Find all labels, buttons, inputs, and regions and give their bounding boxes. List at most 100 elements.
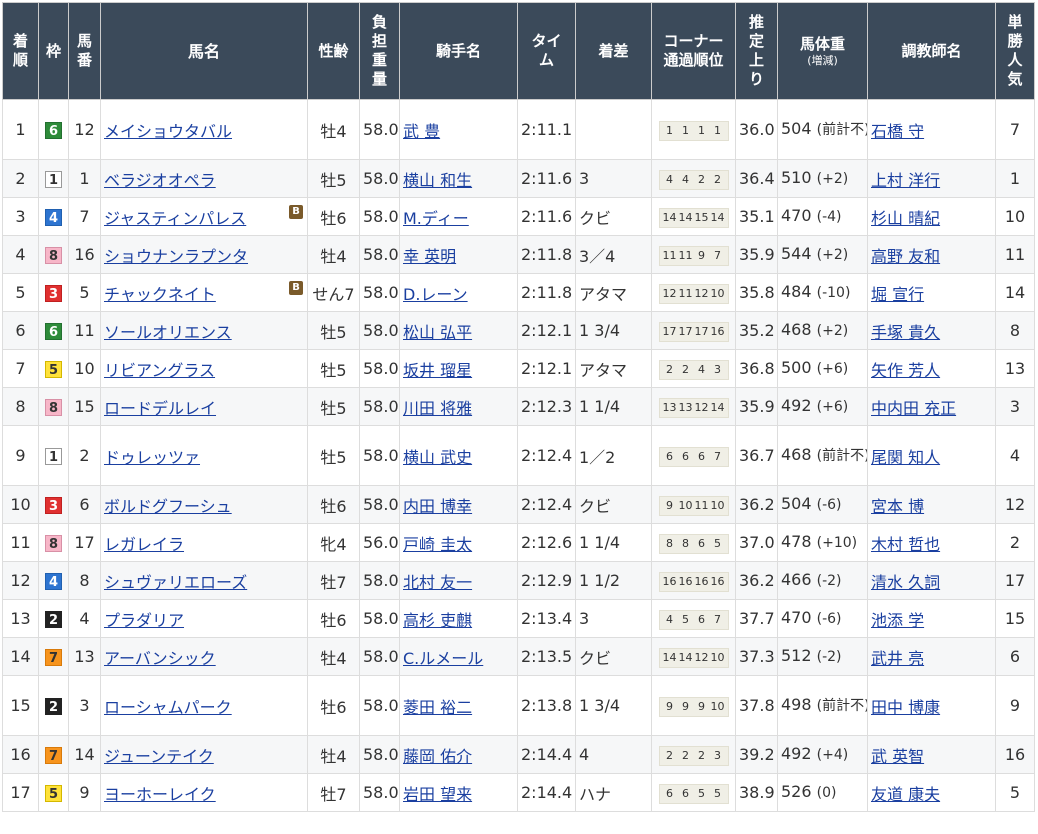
corner-position: 2 <box>682 748 689 762</box>
horse-name-link[interactable]: ローシャムパーク <box>104 698 232 717</box>
trainer-link[interactable]: 中内田 充正 <box>871 399 956 418</box>
horse-number-cell: 10 <box>68 349 101 388</box>
horse-name-link[interactable]: ショウナンラプンタ <box>104 247 248 266</box>
body-weight-cell: 504 (-6) <box>777 485 868 524</box>
body-weight-cell: 500 (+6) <box>777 349 868 388</box>
horse-name-cell: ショウナンラプンタ <box>100 235 308 274</box>
trainer-link[interactable]: 上村 洋行 <box>871 171 940 190</box>
sex-age-cell: 牡7 <box>307 561 360 600</box>
corner-positions: 2243 <box>658 359 729 380</box>
header-weight-carried[interactable]: 負担重量 <box>359 2 400 100</box>
jockey-link[interactable]: 戸崎 圭太 <box>403 535 472 554</box>
jockey-link[interactable]: C.ルメール <box>403 649 483 668</box>
corner-position: 3 <box>714 362 721 376</box>
trainer-link[interactable]: 堀 宣行 <box>871 285 924 304</box>
horse-name-link[interactable]: ロードデルレイ <box>104 399 216 418</box>
time-cell: 2:12.3 <box>517 387 576 426</box>
header-rank[interactable]: 着順 <box>2 2 39 100</box>
header-horse-number[interactable]: 馬番 <box>68 2 101 100</box>
trainer-link[interactable]: 尾関 知人 <box>871 448 940 467</box>
header-time[interactable]: タイム <box>517 2 576 100</box>
jockey-link[interactable]: 幸 英明 <box>403 247 456 266</box>
jockey-link[interactable]: 岩田 望来 <box>403 785 472 804</box>
trainer-cell: 尾関 知人 <box>867 425 996 486</box>
trainer-link[interactable]: 矢作 芳人 <box>871 361 940 380</box>
trainer-cell: 木村 哲也 <box>867 523 996 562</box>
jockey-cell: 横山 和生 <box>399 159 518 198</box>
margin-cell: クビ <box>575 197 652 236</box>
horse-name-link[interactable]: シュヴァリエローズ <box>104 573 247 592</box>
corner-position: 2 <box>666 748 673 762</box>
last-3f-cell: 37.8 <box>735 675 778 736</box>
header-corner-positions[interactable]: コーナー 通過順位 <box>651 2 736 100</box>
trainer-link[interactable]: 武 英智 <box>871 747 924 766</box>
jockey-link[interactable]: 内田 博幸 <box>403 497 472 516</box>
header-horse-name[interactable]: 馬名 <box>100 2 308 100</box>
header-waku[interactable]: 枠 <box>38 2 69 100</box>
header-last-3f[interactable]: 推定上り <box>735 2 778 100</box>
trainer-link[interactable]: 宮本 博 <box>871 497 924 516</box>
trainer-link[interactable]: 田中 博康 <box>871 698 940 717</box>
jockey-link[interactable]: D.レーン <box>403 285 468 304</box>
corner-position: 10 <box>710 286 725 300</box>
corner-position: 6 <box>698 612 705 626</box>
horse-name-link[interactable]: チャックネイト <box>104 285 216 304</box>
body-weight: 504 <box>781 494 812 513</box>
jockey-link[interactable]: 川田 将雅 <box>403 399 472 418</box>
trainer-link[interactable]: 手塚 貴久 <box>871 323 940 342</box>
waku-cell: 6 <box>38 311 69 350</box>
horse-name-link[interactable]: リビアングラス <box>104 361 215 380</box>
header-sex-age[interactable]: 性齢 <box>307 2 360 100</box>
jockey-link[interactable]: 北村 友一 <box>403 573 472 592</box>
jockey-link[interactable]: 松山 弘平 <box>403 323 472 342</box>
trainer-link[interactable]: 木村 哲也 <box>871 535 940 554</box>
jockey-link[interactable]: 横山 武史 <box>403 448 472 467</box>
horse-number-cell: 13 <box>68 637 101 676</box>
header-body-weight[interactable]: 馬体重 (増減) <box>777 2 868 100</box>
jockey-link[interactable]: 藤岡 佑介 <box>403 747 472 766</box>
table-row: 9 1 2 ドゥレッツァ 牡5 58.0 横山 武史 2:12.4 1／2 6 6 6 7 36.7 468… <box>2 425 1035 486</box>
trainer-link[interactable]: 高野 友和 <box>871 247 940 266</box>
jockey-link[interactable]: 菱田 裕二 <box>403 698 472 717</box>
weight-carried-cell: 58.0 <box>359 637 400 676</box>
horse-name-link[interactable]: ジューンテイク <box>104 747 214 766</box>
horse-name-link[interactable]: ベラジオオペラ <box>104 171 216 190</box>
horse-name-link[interactable]: レガレイラ <box>104 535 184 554</box>
trainer-link[interactable]: 池添 学 <box>871 611 924 630</box>
horse-name-link[interactable]: ヨーホーレイク <box>104 785 216 804</box>
jockey-link[interactable]: 武 豊 <box>403 122 440 141</box>
horse-name-link[interactable]: メイショウタバル <box>104 122 232 141</box>
jockey-link[interactable]: 高杉 吏麒 <box>403 611 472 630</box>
horse-name-link[interactable]: ドゥレッツァ <box>104 448 200 467</box>
horse-name-link[interactable]: ジャスティンパレス <box>104 209 246 228</box>
horse-name-link[interactable]: アーバンシック <box>104 649 216 668</box>
corner-position: 14 <box>678 650 693 664</box>
trainer-link[interactable]: 杉山 晴紀 <box>871 209 940 228</box>
rank-cell: 10 <box>2 485 39 524</box>
trainer-link[interactable]: 石橋 守 <box>871 122 924 141</box>
jockey-link[interactable]: M.ディー <box>403 209 469 228</box>
horse-name-link[interactable]: ボルドグフーシュ <box>104 497 232 516</box>
header-margin[interactable]: 着差 <box>575 2 652 100</box>
header-trainer[interactable]: 調教師名 <box>867 2 996 100</box>
last-3f-cell: 35.9 <box>735 387 778 426</box>
header-jockey[interactable]: 騎手名 <box>399 2 518 100</box>
jockey-link[interactable]: 坂井 瑠星 <box>403 361 472 380</box>
margin-cell: 3 <box>575 599 652 638</box>
body-weight-diff: (+6) <box>816 361 849 377</box>
trainer-link[interactable]: 清水 久詞 <box>871 573 940 592</box>
jockey-link[interactable]: 横山 和生 <box>403 171 472 190</box>
jockey-cell: 高杉 吏麒 <box>399 599 518 638</box>
header-popularity[interactable]: 単勝人気 <box>995 2 1035 100</box>
waku-cell: 2 <box>38 599 69 638</box>
trainer-link[interactable]: 武井 亮 <box>871 649 924 668</box>
horse-name-link[interactable]: プラダリア <box>104 611 184 630</box>
popularity-cell: 16 <box>995 735 1035 774</box>
weight-carried-cell: 58.0 <box>359 561 400 600</box>
waku-cell: 8 <box>38 387 69 426</box>
horse-name-link[interactable]: ソールオリエンス <box>104 323 232 342</box>
trainer-link[interactable]: 友道 康夫 <box>871 785 940 804</box>
corner-position: 11 <box>678 248 693 262</box>
last-3f-cell: 36.4 <box>735 159 778 198</box>
sex-age-cell: 牡6 <box>307 197 360 236</box>
